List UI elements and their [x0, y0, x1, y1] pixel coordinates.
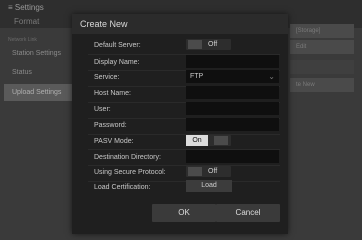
row-destination-directory: Destination Directory: — [72, 150, 288, 165]
default-server-label: Default Server: — [94, 42, 141, 49]
row-load-certification: Load Certification: Load — [72, 180, 288, 195]
service-select[interactable]: FTP ⌄ — [186, 70, 279, 83]
ok-button[interactable]: OK — [152, 204, 216, 222]
toggle-knob — [188, 167, 202, 176]
sidebar-item-status[interactable]: Status — [4, 64, 72, 81]
create-new-button[interactable]: te New — [290, 78, 354, 92]
default-server-value: Off — [208, 41, 218, 48]
display-name-field[interactable] — [186, 55, 279, 68]
pasv-mode-value: On — [186, 135, 208, 146]
pasv-mode-label: PASV Mode: — [94, 138, 134, 145]
pasv-mode-toggle[interactable]: On — [186, 135, 231, 146]
row-password: Password: — [72, 118, 288, 133]
load-button[interactable]: Load — [186, 180, 232, 192]
blank-button[interactable] — [290, 60, 354, 74]
secure-protocol-label: Using Secure Protocol: — [94, 169, 166, 176]
password-label: Password: — [94, 122, 127, 129]
edit-button[interactable]: Edit — [290, 40, 354, 54]
create-new-dialog: Create New Default Server: Off Display N… — [72, 14, 288, 234]
host-name-label: Host Name: — [94, 90, 131, 97]
user-field[interactable] — [186, 102, 279, 115]
sidebar-item-upload-settings[interactable]: Upload Settings — [4, 84, 72, 101]
toggle-knob — [214, 136, 228, 145]
load-certification-label: Load Certification: — [94, 184, 151, 191]
network-link-label: Network Link — [8, 37, 37, 43]
secure-protocol-toggle[interactable]: Off — [186, 166, 231, 177]
destination-directory-label: Destination Directory: — [94, 154, 161, 161]
display-name-label: Display Name: — [94, 59, 140, 66]
cancel-button[interactable]: Cancel — [216, 204, 280, 222]
row-default-server: Default Server: Off — [72, 38, 288, 53]
service-label: Service: — [94, 74, 120, 81]
service-value: FTP — [190, 73, 204, 80]
password-field[interactable] — [186, 118, 279, 131]
row-user: User: — [72, 102, 288, 117]
storage-selector[interactable]: [Storage] — [290, 24, 354, 38]
dialog-title: Create New — [72, 14, 288, 34]
row-secure-protocol: Using Secure Protocol: Off — [72, 165, 288, 180]
destination-directory-field[interactable] — [186, 150, 279, 163]
row-service: Service: FTP ⌄ — [72, 70, 288, 85]
default-server-toggle[interactable]: Off — [186, 39, 231, 50]
chevron-down-icon: ⌄ — [268, 72, 275, 81]
user-label: User: — [94, 106, 111, 113]
sidebar-item-station-settings[interactable]: Station Settings — [4, 45, 72, 62]
row-pasv-mode: PASV Mode: On — [72, 134, 288, 149]
settings-title: ≡ Settings — [8, 3, 44, 12]
row-host-name: Host Name: — [72, 86, 288, 101]
secure-protocol-value: Off — [208, 168, 218, 175]
format-label: Format — [14, 17, 40, 26]
row-display-name: Display Name: — [72, 55, 288, 70]
host-name-field[interactable] — [186, 86, 279, 99]
toggle-knob — [188, 40, 202, 49]
